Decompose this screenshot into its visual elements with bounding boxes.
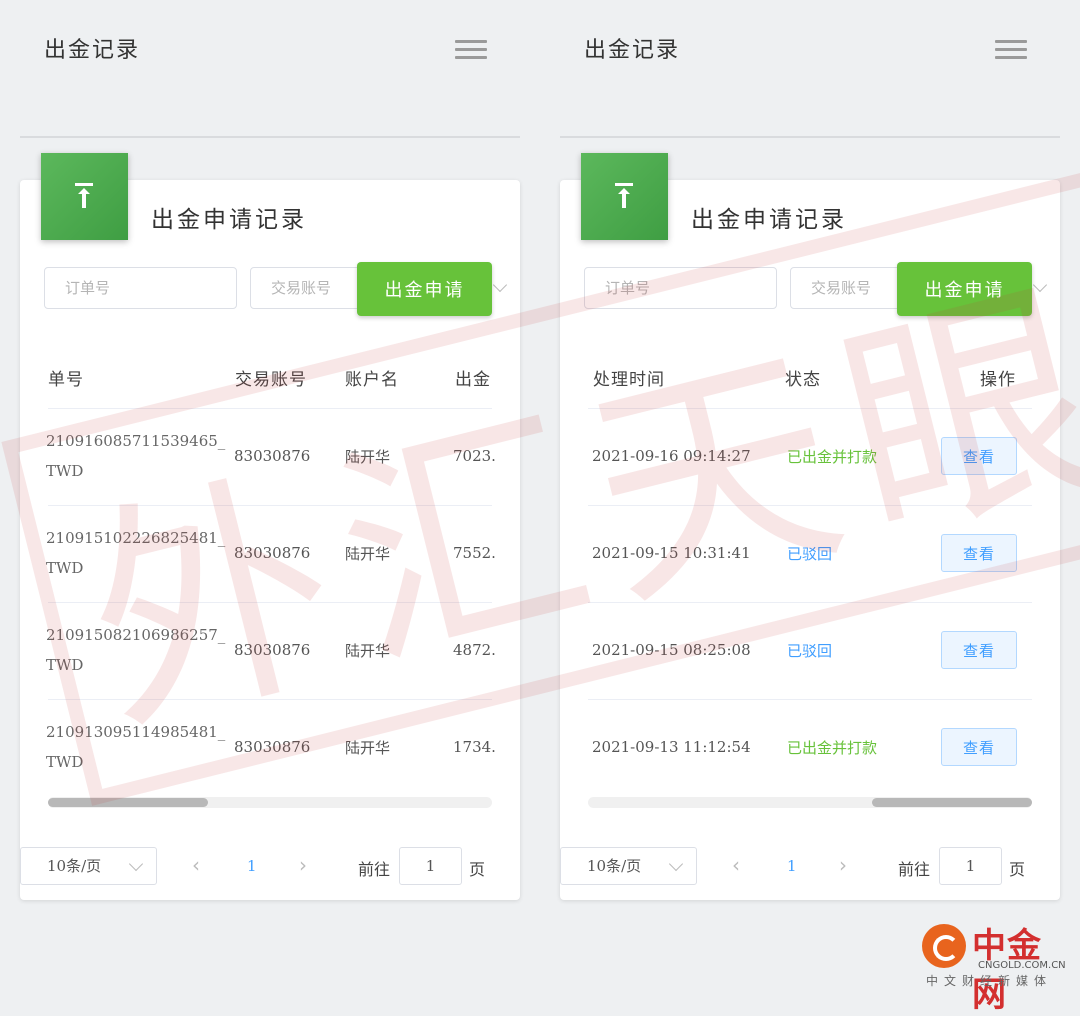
view-button[interactable]: 查看 <box>941 728 1017 766</box>
row-divider <box>48 505 492 506</box>
upload-icon <box>41 153 128 240</box>
column-header-name: 账户名 <box>345 370 399 390</box>
app-header: 出金记录 <box>0 0 540 138</box>
withdraw-amount: 1734. <box>453 738 496 756</box>
current-page[interactable]: 1 <box>787 857 797 875</box>
order-number: 210915102226825481_ <box>46 529 226 547</box>
goto-label: 前往 <box>358 860 391 879</box>
account-name: 陆开华 <box>345 642 391 660</box>
account-name: 陆开华 <box>345 448 391 466</box>
prev-page-icon[interactable]: ‹ <box>192 853 200 877</box>
trading-account: 83030876 <box>234 641 311 659</box>
view-button[interactable]: 查看 <box>941 437 1017 475</box>
order-number: 210913095114985481_ <box>46 723 226 741</box>
chevron-down-icon <box>1032 277 1048 293</box>
column-header-time: 处理时间 <box>593 370 665 390</box>
withdrawal-records-card: 出金申请记录 出金申请 单号 交易账号 账户名 出金 2109160857115… <box>20 180 520 900</box>
card-title: 出金申请记录 <box>691 207 847 233</box>
order-suffix: TWD <box>46 753 84 771</box>
status-badge: 已驳回 <box>787 545 833 563</box>
current-page[interactable]: 1 <box>247 857 257 875</box>
process-time: 2021-09-15 10:31:41 <box>592 544 751 562</box>
app-header: 出金记录 <box>540 0 1080 138</box>
apply-withdrawal-button[interactable]: 出金申请 <box>357 262 492 316</box>
page-size-select[interactable]: 10条/页 <box>20 847 157 885</box>
prev-page-icon[interactable]: ‹ <box>732 853 740 877</box>
process-time: 2021-09-16 09:14:27 <box>592 447 751 465</box>
upload-icon <box>581 153 668 240</box>
row-divider <box>48 602 492 603</box>
chevron-down-icon <box>128 856 144 872</box>
trading-account: 83030876 <box>234 544 311 562</box>
apply-withdrawal-button[interactable]: 出金申请 <box>897 262 1032 316</box>
left-screen: 出金记录 出金申请记录 出金申请 单号 交易账号 账户名 出金 21091608… <box>0 0 540 994</box>
withdraw-amount: 7023. <box>453 447 496 465</box>
trading-account: 83030876 <box>234 738 311 756</box>
header-divider <box>20 136 520 138</box>
page-size-label: 10条/页 <box>587 857 642 875</box>
chevron-down-icon <box>668 856 684 872</box>
scrollbar-thumb[interactable] <box>48 798 208 807</box>
goto-unit: 页 <box>469 860 486 879</box>
page-size-select[interactable]: 10条/页 <box>560 847 697 885</box>
right-screen: 出金记录 出金申请记录 出金申请 处理时间 状态 操作 2021-09-16 0… <box>540 0 1080 994</box>
view-button[interactable]: 查看 <box>941 534 1017 572</box>
page-title: 出金记录 <box>44 38 141 63</box>
order-number-input[interactable] <box>584 267 777 309</box>
row-divider <box>588 602 1032 603</box>
page-title: 出金记录 <box>584 38 681 63</box>
order-suffix: TWD <box>46 462 84 480</box>
row-divider <box>588 408 1032 409</box>
withdraw-amount: 7552. <box>453 544 496 562</box>
logo-domain: CNGOLD.COM.CN <box>978 960 1066 971</box>
withdrawal-records-card: 出金申请记录 出金申请 处理时间 状态 操作 2021-09-16 09:14:… <box>560 180 1060 900</box>
column-header-amount: 出金 <box>455 370 491 390</box>
column-header-action: 操作 <box>980 370 1016 390</box>
chevron-down-icon <box>492 277 508 293</box>
card-title: 出金申请记录 <box>151 207 307 233</box>
status-badge: 已出金并打款 <box>787 739 878 757</box>
process-time: 2021-09-13 11:12:54 <box>592 738 751 756</box>
view-button[interactable]: 查看 <box>941 631 1017 669</box>
row-divider <box>588 699 1032 700</box>
goto-unit: 页 <box>1009 860 1026 879</box>
page-size-label: 10条/页 <box>47 857 102 875</box>
withdraw-amount: 4872. <box>453 641 496 659</box>
order-number: 210916085711539465_ <box>46 432 226 450</box>
cngold-logo: 中金网 CNGOLD.COM.CN 中文财经新媒体 <box>922 920 1072 1015</box>
row-divider <box>48 699 492 700</box>
status-badge: 已出金并打款 <box>787 448 878 466</box>
horizontal-scrollbar[interactable] <box>588 797 1032 808</box>
order-number: 210915082106986257_ <box>46 626 226 644</box>
goto-page-input[interactable] <box>399 847 462 885</box>
next-page-icon[interactable]: › <box>839 853 847 877</box>
goto-page-input[interactable] <box>939 847 1002 885</box>
horizontal-scrollbar[interactable] <box>48 797 492 808</box>
column-header-status: 状态 <box>785 370 821 390</box>
row-divider <box>48 408 492 409</box>
trading-account: 83030876 <box>234 447 311 465</box>
logo-mark-icon <box>922 924 966 968</box>
goto-label: 前往 <box>898 860 931 879</box>
order-number-input[interactable] <box>44 267 237 309</box>
scrollbar-thumb[interactable] <box>872 798 1032 807</box>
account-name: 陆开华 <box>345 545 391 563</box>
row-divider <box>588 505 1032 506</box>
column-header-order: 单号 <box>48 370 84 390</box>
order-suffix: TWD <box>46 656 84 674</box>
hamburger-menu-icon[interactable] <box>455 40 487 60</box>
account-name: 陆开华 <box>345 739 391 757</box>
header-divider <box>560 136 1060 138</box>
logo-tagline: 中文财经新媒体 <box>926 974 1053 988</box>
process-time: 2021-09-15 08:25:08 <box>592 641 751 659</box>
status-badge: 已驳回 <box>787 642 833 660</box>
order-suffix: TWD <box>46 559 84 577</box>
hamburger-menu-icon[interactable] <box>995 40 1027 60</box>
column-header-account: 交易账号 <box>235 370 307 390</box>
next-page-icon[interactable]: › <box>299 853 307 877</box>
